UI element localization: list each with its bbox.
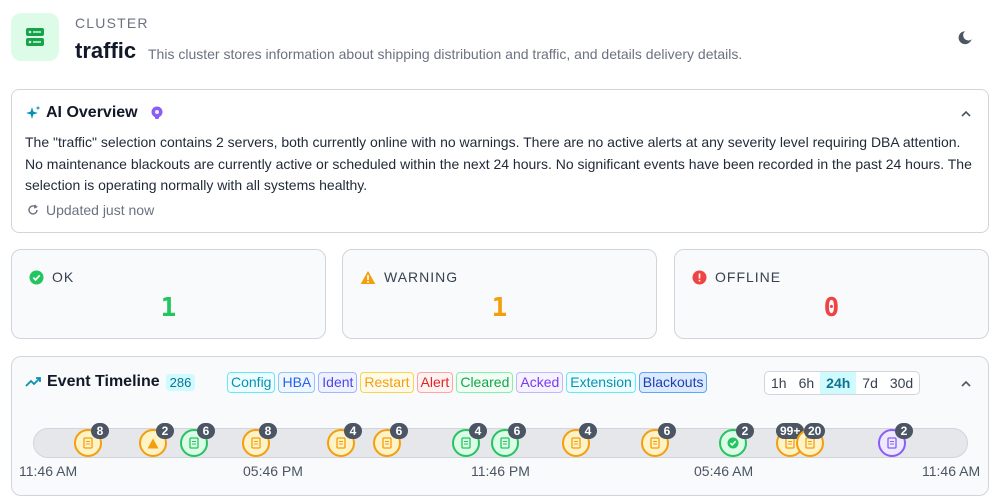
cluster-icon-tile xyxy=(11,13,59,61)
filter-chip-restart[interactable]: Restart xyxy=(360,372,414,393)
filter-chip-extension[interactable]: Extension xyxy=(566,372,636,393)
ai-brain-icon xyxy=(151,106,163,119)
range-30d[interactable]: 30d xyxy=(884,372,919,394)
timeline-marker[interactable]: 6 xyxy=(491,423,526,457)
status-card-ok[interactable]: OK 1 xyxy=(11,249,326,339)
ai-overview-card: AI Overview The "traffic" selection cont… xyxy=(11,89,989,233)
filter-chip-hba[interactable]: HBA xyxy=(278,372,316,393)
warning-triangle-icon xyxy=(147,438,159,448)
timeline-tick-label: 05:46 PM xyxy=(243,463,303,479)
status-card-ok-label: OK xyxy=(52,269,75,285)
warning-triangle-icon xyxy=(360,270,376,284)
event-timeline-card: Event Timeline 286 Config HBA Ident Rest… xyxy=(11,356,989,496)
chevron-up-icon xyxy=(961,380,971,387)
timeline-marker[interactable]: 4 xyxy=(327,423,362,457)
filter-chip-config[interactable]: Config xyxy=(227,372,276,393)
status-card-warning-label: WARNING xyxy=(384,269,459,285)
event-count-badge: 286 xyxy=(165,373,196,391)
document-icon xyxy=(251,437,261,449)
status-card-warning-value: 1 xyxy=(491,293,508,323)
range-1h[interactable]: 1h xyxy=(765,372,793,394)
document-icon xyxy=(571,437,581,449)
page-title: traffic xyxy=(75,38,137,63)
document-icon xyxy=(461,437,471,449)
marker-count-badge: 4 xyxy=(469,423,487,439)
timeline-tick-label: 11:46 PM xyxy=(471,463,530,479)
page-kicker: CLUSTER xyxy=(75,15,149,31)
timeline-marker[interactable]: 2 xyxy=(878,423,913,457)
marker-count-badge: 6 xyxy=(658,423,676,439)
status-card-offline-value: 0 xyxy=(823,293,840,323)
marker-count-badge: 6 xyxy=(508,423,526,439)
document-icon xyxy=(887,437,897,449)
timeline-marker[interactable]: 6 xyxy=(180,423,215,457)
filter-chip-ident[interactable]: Ident xyxy=(318,372,358,393)
trend-line-icon xyxy=(25,377,41,387)
marker-count-badge: 4 xyxy=(344,423,362,439)
filter-chip-alert[interactable]: Alert xyxy=(416,372,454,393)
document-icon xyxy=(336,437,346,449)
server-icon xyxy=(26,28,44,46)
check-circle-icon xyxy=(29,270,44,284)
filter-chip-cleared[interactable]: Cleared xyxy=(456,372,514,393)
status-card-warning-header: WARNING xyxy=(360,269,458,285)
page-description: This cluster stores information about sh… xyxy=(148,46,743,62)
moon-icon xyxy=(958,31,972,45)
marker-count-badge: 6 xyxy=(390,423,408,439)
ai-overview-updated[interactable]: Updated just now xyxy=(27,202,154,218)
status-card-offline-label: OFFLINE xyxy=(715,269,782,285)
time-range-selector: 1h 6h 24h 7d 30d xyxy=(764,371,921,395)
status-card-offline-header: OFFLINE xyxy=(692,269,781,285)
timeline-marker[interactable]: 4 xyxy=(452,423,487,457)
range-7d[interactable]: 7d xyxy=(856,372,884,394)
marker-count-badge: 8 xyxy=(259,423,277,439)
sparkles-icon xyxy=(26,105,41,119)
marker-count-badge: 2 xyxy=(156,423,174,439)
range-24h[interactable]: 24h xyxy=(820,372,857,394)
timeline-marker[interactable]: 2 xyxy=(719,423,754,457)
status-card-ok-header: OK xyxy=(29,269,74,285)
status-card-warning[interactable]: WARNING 1 xyxy=(342,249,657,339)
document-icon xyxy=(83,437,93,449)
status-card-ok-value: 1 xyxy=(160,293,177,323)
theme-toggle-button[interactable] xyxy=(955,27,977,49)
event-timeline-title: Event Timeline xyxy=(47,373,160,390)
document-icon xyxy=(500,437,510,449)
ai-overview-updated-label: Updated just now xyxy=(46,202,155,218)
timeline-tick-label: 05:46 AM xyxy=(694,463,754,479)
alert-circle-icon xyxy=(692,270,707,284)
ai-overview-title: AI Overview xyxy=(46,104,138,121)
event-filter-chips: Config HBA Ident Restart Alert Cleared A… xyxy=(227,372,708,393)
marker-count-badge: 2 xyxy=(736,423,754,439)
ai-overview-header: AI Overview xyxy=(25,104,165,122)
marker-count-badge: 8 xyxy=(91,423,109,439)
timeline-marker[interactable]: 4 xyxy=(562,423,597,457)
marker-count-badge: 20 xyxy=(804,423,826,439)
marker-count-badge: 6 xyxy=(197,423,215,439)
filter-chip-acked[interactable]: Acked xyxy=(516,372,564,393)
document-icon xyxy=(382,437,392,449)
document-icon xyxy=(189,437,199,449)
event-timeline-header: Event Timeline 286 xyxy=(25,373,196,391)
timeline-marker[interactable]: 6 xyxy=(641,423,676,457)
timeline-tick-label: 11:46 AM xyxy=(19,463,78,479)
status-card-offline[interactable]: OFFLINE 0 xyxy=(674,249,989,339)
marker-count-badge: 4 xyxy=(579,423,597,439)
refresh-icon xyxy=(28,204,38,215)
chevron-up-icon xyxy=(961,110,971,117)
ai-overview-collapse-button[interactable] xyxy=(958,106,974,122)
document-icon xyxy=(650,437,660,449)
timeline-marker[interactable]: 6 xyxy=(373,423,408,457)
filter-chip-blackouts[interactable]: Blackouts xyxy=(638,372,708,393)
timeline-marker[interactable]: 20 xyxy=(796,423,826,457)
timeline-marker[interactable]: 8 xyxy=(74,423,109,457)
range-6h[interactable]: 6h xyxy=(793,372,821,394)
timeline-marker[interactable]: 2 xyxy=(139,423,174,457)
timeline-collapse-button[interactable] xyxy=(958,376,974,392)
check-circle-icon xyxy=(727,437,739,449)
marker-count-badge: 2 xyxy=(895,423,913,439)
ai-overview-text: The "traffic" selection contains 2 serve… xyxy=(25,134,972,193)
timeline-marker[interactable]: 8 xyxy=(242,423,277,457)
timeline-tick-label: 11:46 AM xyxy=(922,463,981,479)
